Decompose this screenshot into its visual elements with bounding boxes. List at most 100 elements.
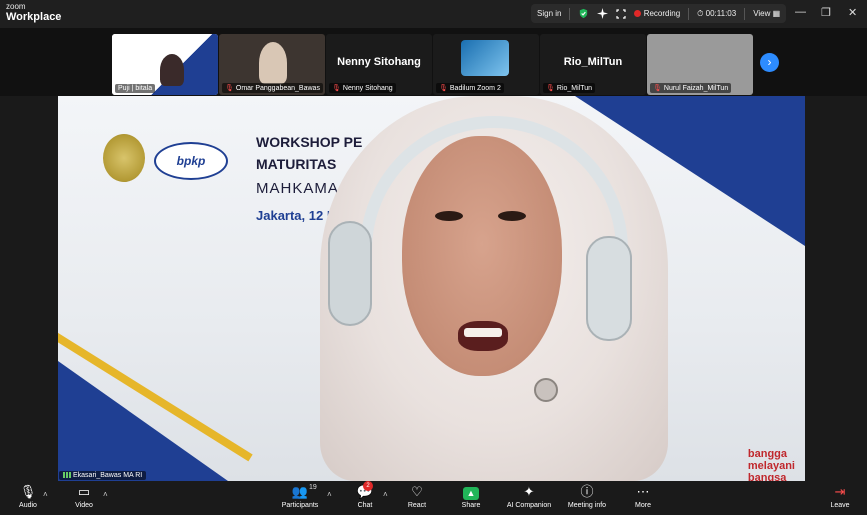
- tile-caption-text: Omar Panggabean_Bawas: [235, 85, 320, 92]
- tile-caption-text: Nenny Sitohang: [342, 85, 393, 92]
- audio-label: Audio: [19, 502, 37, 509]
- title-bar: zoom Workplace Sign in Recording ⏱ 00:11…: [0, 0, 867, 28]
- tile-caption: 🎙 Nenny Sitohang: [329, 83, 396, 93]
- view-button[interactable]: View ▦: [753, 9, 780, 18]
- chevron-up-icon[interactable]: ˄: [327, 490, 332, 499]
- tagline-line: bangsa: [747, 472, 787, 481]
- chevron-up-icon[interactable]: ˄: [103, 490, 108, 499]
- tile-caption-text: Rio_MilTun: [556, 85, 593, 92]
- video-label: Video: [75, 502, 93, 509]
- participant-tile[interactable]: Puji | bitala: [112, 34, 218, 95]
- speaker-figure: [320, 96, 668, 481]
- more-button[interactable]: ⋯ More: [630, 484, 656, 509]
- tagline-line: melayani: [747, 460, 795, 472]
- chat-icon: 💬 2: [356, 481, 374, 499]
- share-screen-icon: ▲: [457, 484, 485, 500]
- tile-caption: 🎙 Rio_MilTun: [543, 83, 596, 93]
- meeting-info-label: Meeting info: [567, 502, 607, 509]
- tile-caption: 🎙 Omar Panggabean_Bawas: [222, 83, 323, 93]
- zoom-logo: zoom Workplace: [6, 3, 61, 23]
- participants-label: Participants: [281, 502, 319, 509]
- chat-button[interactable]: 💬 2 Chat: [353, 481, 377, 509]
- signin-button[interactable]: Sign in: [537, 9, 561, 18]
- screen-capture-icon[interactable]: [616, 8, 627, 19]
- participant-tile[interactable]: 🎙 Nurul Faizah_MilTun: [647, 34, 753, 95]
- participant-name: Nenny Sitohang: [337, 56, 421, 68]
- ai-companion-label: AI Companion: [506, 502, 552, 509]
- more-label: More: [635, 502, 651, 509]
- leave-button[interactable]: ⇥ Leave: [827, 484, 853, 509]
- chat-badge: 2: [363, 481, 373, 491]
- chat-label: Chat: [357, 502, 373, 509]
- close-icon[interactable]: ✕: [848, 6, 857, 19]
- camera-icon: ▭: [77, 484, 91, 499]
- share-button[interactable]: ▲ Share: [457, 484, 485, 509]
- chevron-up-icon[interactable]: ˄: [43, 490, 48, 499]
- meeting-toolbar: 🎙 Audio ˄ ▭ Video ˄ 👥 Participants 19 ˄ …: [0, 481, 867, 515]
- tile-caption: Puji | bitala: [115, 84, 156, 93]
- react-label: React: [407, 502, 427, 509]
- chevron-up-icon[interactable]: ˄: [383, 490, 388, 499]
- mic-muted-icon: 🎙: [653, 85, 662, 92]
- view-label: View: [753, 9, 771, 18]
- bpkp-logo: bpkp: [154, 142, 228, 180]
- speaker-name: Ekasari_Bawas MA RI: [73, 472, 143, 479]
- participant-tile[interactable]: 🎙 Badilum Zoom 2: [433, 34, 539, 95]
- react-button[interactable]: ♡ React: [404, 484, 430, 509]
- mic-muted-icon: 🎙: [225, 85, 234, 92]
- meeting-controls-bar: Sign in Recording ⏱ 00:11:03 View ▦: [531, 4, 787, 23]
- participant-figure: [259, 42, 287, 84]
- tagline-line: bangga: [747, 448, 788, 460]
- next-page-button[interactable]: ›: [760, 53, 779, 72]
- recording-indicator[interactable]: Recording: [634, 9, 680, 18]
- participant-tile[interactable]: Nenny Sitohang 🎙 Nenny Sitohang: [326, 34, 432, 95]
- tile-caption-text: Badilum Zoom 2: [449, 85, 501, 92]
- record-dot-icon: [634, 10, 642, 17]
- audio-button[interactable]: 🎙 Audio: [14, 484, 42, 509]
- speaker-caption: Ekasari_Bawas MA RI: [59, 471, 147, 480]
- minimize-icon[interactable]: —: [795, 6, 806, 18]
- mic-muted-icon: 🎙: [439, 85, 448, 92]
- share-label: Share: [461, 502, 481, 509]
- divider: [688, 7, 690, 20]
- participant-name: Rio_MilTun: [563, 56, 623, 68]
- more-dots-icon: ⋯: [636, 484, 650, 499]
- restore-icon[interactable]: ❐: [821, 6, 831, 19]
- mic-muted-icon: 🎙: [332, 85, 341, 92]
- participant-figure: [160, 54, 184, 86]
- headphone-right: [586, 236, 632, 341]
- sparkle-icon[interactable]: [597, 8, 609, 19]
- shield-check-icon[interactable]: [578, 8, 589, 19]
- decor-shape: [58, 361, 228, 481]
- participants-count: 19: [309, 484, 317, 491]
- divider: [569, 7, 571, 20]
- eye-right: [498, 211, 526, 221]
- mic-muted-icon: 🎙: [546, 85, 555, 92]
- brooch: [534, 378, 558, 402]
- tile-caption: 🎙 Nurul Faizah_MilTun: [650, 83, 732, 93]
- participant-tile[interactable]: 🎙 Omar Panggabean_Bawas: [219, 34, 325, 95]
- leave-label: Leave: [830, 502, 850, 509]
- grid-view-icon: ▦: [772, 9, 781, 18]
- timer-value: 00:11:03: [705, 9, 737, 18]
- microphone-icon: 🎙: [19, 484, 37, 499]
- recording-label: Recording: [643, 9, 681, 18]
- court-emblem-icon: [103, 134, 145, 182]
- ai-sparkle-icon: ✦: [523, 484, 535, 499]
- participant-strip: Puji | bitala 🎙 Omar Panggabean_Bawas Nen…: [0, 28, 867, 96]
- video-button[interactable]: ▭ Video: [70, 484, 98, 509]
- leave-door-icon: ⇥: [834, 484, 846, 499]
- active-speaker-video[interactable]: bpkp WORKSHOP PE MATURITAS MAHKAMA Jakar…: [58, 96, 805, 481]
- participant-tile[interactable]: Rio_MilTun 🎙 Rio_MilTun: [540, 34, 646, 95]
- clock-icon: ⏱: [697, 8, 704, 18]
- slide-tagline: bangga melayani bangsa: [748, 448, 795, 481]
- meeting-info-button[interactable]: ⓘ Meeting info: [565, 484, 609, 509]
- participant-avatar: [461, 40, 509, 76]
- tile-caption: 🎙 Badilum Zoom 2: [436, 83, 504, 93]
- divider: [744, 7, 746, 20]
- meeting-timer: ⏱ 00:11:03: [697, 9, 736, 19]
- brand-top-text: zoom: [6, 2, 26, 11]
- brand-bottom-text: Workplace: [6, 11, 62, 23]
- ai-companion-button[interactable]: ✦ AI Companion: [504, 484, 554, 509]
- signal-icon: [63, 472, 71, 479]
